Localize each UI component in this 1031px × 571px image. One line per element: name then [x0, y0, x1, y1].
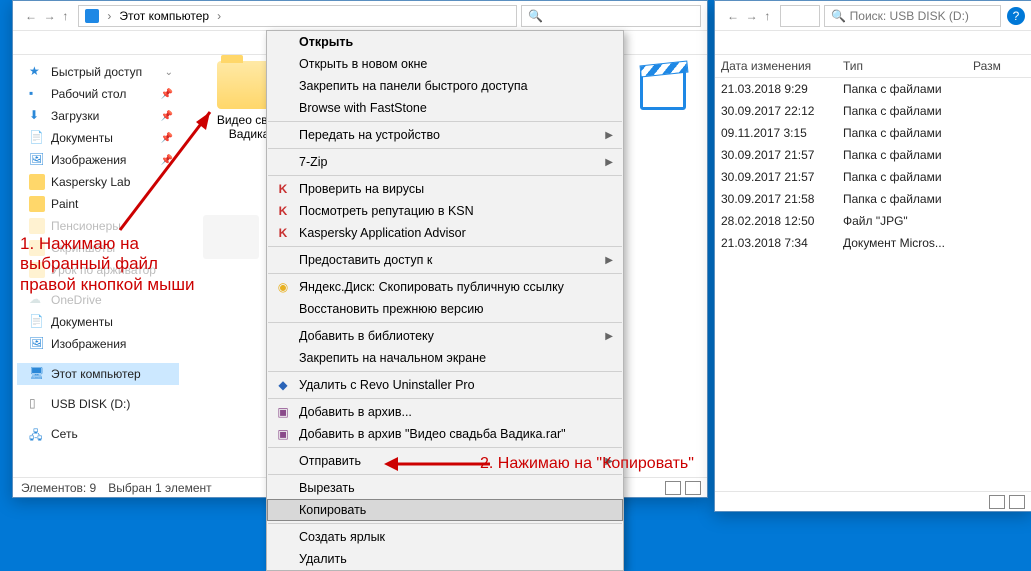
- rar-icon: ▣: [275, 404, 291, 420]
- icons-view-icon[interactable]: [685, 481, 701, 495]
- table-row[interactable]: 30.09.2017 21:57Папка с файлами: [715, 166, 1031, 188]
- ctx-7zip[interactable]: 7-Zip▶: [267, 151, 623, 173]
- usb-icon: ▯: [29, 396, 45, 412]
- table-row[interactable]: 21.03.2018 7:34Документ Micros...: [715, 232, 1031, 254]
- ctx-restore-version[interactable]: Восстановить прежнюю версию: [267, 298, 623, 320]
- chevron-right-icon: ▶: [605, 157, 613, 168]
- file-list[interactable]: Дата изменения Тип Разм 21.03.2018 9:29П…: [715, 55, 1031, 491]
- network-icon: 🖧: [29, 426, 45, 442]
- table-row[interactable]: 28.02.2018 12:50Файл "JPG": [715, 210, 1031, 232]
- breadcrumb[interactable]: Этот компьютер: [78, 5, 517, 27]
- table-row[interactable]: 30.09.2017 21:58Папка с файлами: [715, 188, 1031, 210]
- ctx-share-access[interactable]: Предоставить доступ к▶: [267, 249, 623, 271]
- kaspersky-icon: K: [275, 203, 291, 219]
- context-menu: Открыть Открыть в новом окне Закрепить н…: [266, 30, 624, 571]
- ctx-open-new-window[interactable]: Открыть в новом окне: [267, 53, 623, 75]
- search-input[interactable]: 🔍: [521, 5, 701, 27]
- col-date[interactable]: Дата изменения: [715, 55, 837, 77]
- rar-icon: ▣: [275, 426, 291, 442]
- sidebar-quick-access[interactable]: ★Быстрый доступ⌄: [17, 61, 179, 83]
- column-headers[interactable]: Дата изменения Тип Разм: [715, 55, 1031, 78]
- explorer-window-right: ← → ↑ 🔍 Поиск: USB DISK (D:) ? Дата изме…: [714, 0, 1031, 512]
- breadcrumb[interactable]: [780, 5, 820, 27]
- icons-view-icon[interactable]: [1009, 495, 1025, 509]
- annotation-arrow-1: [110, 100, 270, 250]
- ctx-pin-start[interactable]: Закрепить на начальном экране: [267, 347, 623, 369]
- download-icon: ⬇: [29, 108, 45, 124]
- status-selected: Выбран 1 элемент: [108, 481, 211, 495]
- ctx-cast-device[interactable]: Передать на устройство▶: [267, 124, 623, 146]
- kaspersky-icon: K: [275, 225, 291, 241]
- ctx-add-library[interactable]: Добавить в библиотеку▶: [267, 325, 623, 347]
- nav-buttons[interactable]: ← → ↑: [19, 9, 74, 23]
- kaspersky-icon: K: [275, 181, 291, 197]
- revo-icon: ◆: [275, 377, 291, 393]
- status-bar: [715, 491, 1031, 511]
- document-icon: 📄: [29, 130, 45, 146]
- chevron-right-icon: ▶: [605, 331, 613, 342]
- ctx-add-archive[interactable]: ▣Добавить в архив...: [267, 401, 623, 423]
- ctx-open[interactable]: Открыть: [267, 31, 623, 53]
- sidebar-docs2[interactable]: 📄Документы: [17, 311, 179, 333]
- annotation-step1: 1. Нажимаю на выбранный файл правой кноп…: [20, 234, 194, 295]
- address-bar-right: ← → ↑ 🔍 Поиск: USB DISK (D:) ?: [715, 1, 1031, 31]
- star-icon: ★: [29, 64, 45, 80]
- col-type[interactable]: Тип: [837, 55, 967, 77]
- image-icon: 🖼: [29, 336, 45, 352]
- ctx-pin-quick[interactable]: Закрепить на панели быстрого доступа: [267, 75, 623, 97]
- video-file-icon[interactable]: [640, 70, 696, 126]
- pin-icon: 📌: [161, 89, 173, 100]
- annotation-step2: 2. Нажимаю на "Копировать": [480, 455, 694, 473]
- table-row[interactable]: 30.09.2017 21:57Папка с файлами: [715, 144, 1031, 166]
- toolbar: [715, 31, 1031, 55]
- ctx-create-shortcut[interactable]: Создать ярлык: [267, 526, 623, 548]
- yandex-disk-icon: ◉: [275, 279, 291, 295]
- pc-icon: [85, 9, 99, 23]
- sidebar-this-pc[interactable]: 🖥Этот компьютер: [17, 363, 179, 385]
- col-size[interactable]: Разм: [967, 55, 1031, 77]
- status-count: Элементов: 9: [21, 481, 96, 495]
- image-icon: 🖼: [29, 152, 45, 168]
- table-row[interactable]: 09.11.2017 3:15Папка с файлами: [715, 122, 1031, 144]
- document-icon: 📄: [29, 314, 45, 330]
- table-row[interactable]: 21.03.2018 9:29Папка с файлами: [715, 78, 1031, 100]
- desktop-icon: ▪: [29, 86, 45, 102]
- view-switcher[interactable]: [989, 495, 1025, 509]
- pc-icon: 🖥: [29, 366, 45, 382]
- ctx-copy[interactable]: Копировать: [267, 499, 623, 521]
- breadcrumb-item[interactable]: Этот компьютер: [119, 9, 209, 23]
- chevron-right-icon: ▶: [605, 130, 613, 141]
- sidebar-usb[interactable]: ▯USB DISK (D:): [17, 393, 179, 415]
- ctx-add-archive-named[interactable]: ▣Добавить в архив "Видео свадьба Вадика.…: [267, 423, 623, 445]
- details-view-icon[interactable]: [989, 495, 1005, 509]
- ctx-ksn[interactable]: KПосмотреть репутацию в KSN: [267, 200, 623, 222]
- sidebar-pics2[interactable]: 🖼Изображения: [17, 333, 179, 355]
- ctx-scan-virus[interactable]: KПроверить на вирусы: [267, 178, 623, 200]
- search-input[interactable]: 🔍 Поиск: USB DISK (D:): [824, 5, 1001, 27]
- address-bar: ← → ↑ Этот компьютер 🔍: [13, 1, 707, 31]
- search-icon: 🔍: [831, 9, 846, 23]
- ctx-cut[interactable]: Вырезать: [267, 477, 623, 499]
- ctx-yandex-disk[interactable]: ◉Яндекс.Диск: Скопировать публичную ссыл…: [267, 276, 623, 298]
- view-switcher[interactable]: [665, 481, 701, 495]
- ctx-delete[interactable]: Удалить: [267, 548, 623, 570]
- table-row[interactable]: 30.09.2017 22:12Папка с файлами: [715, 100, 1031, 122]
- folder-icon: [29, 196, 45, 212]
- nav-buttons[interactable]: ← → ↑: [721, 9, 776, 23]
- ctx-faststone[interactable]: Browse with FastStone: [267, 97, 623, 119]
- help-icon[interactable]: ?: [1007, 7, 1025, 25]
- details-view-icon[interactable]: [665, 481, 681, 495]
- ctx-revo-uninstall[interactable]: ◆Удалить с Revo Uninstaller Pro: [267, 374, 623, 396]
- folder-icon: [29, 174, 45, 190]
- chevron-right-icon: ▶: [605, 255, 613, 266]
- sidebar-network[interactable]: 🖧Сеть: [17, 423, 179, 445]
- ctx-kaspersky-advisor[interactable]: KKaspersky Application Advisor: [267, 222, 623, 244]
